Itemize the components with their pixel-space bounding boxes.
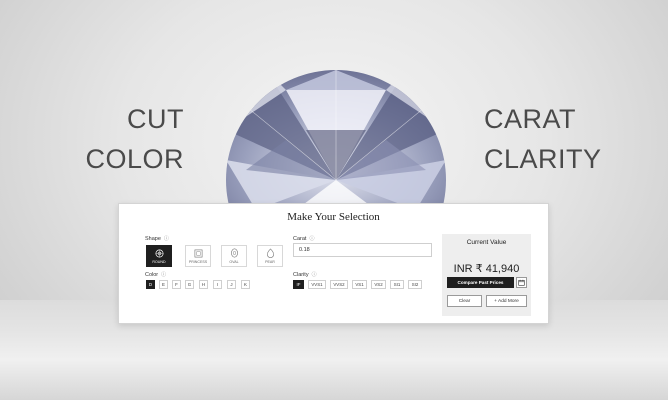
- clarity-option-vs1[interactable]: VS1: [352, 280, 367, 289]
- shape-option-princess[interactable]: PRINCESS: [185, 245, 211, 267]
- oval-shape-icon: [230, 248, 238, 258]
- diamond-image: [226, 70, 446, 210]
- current-value-box: Current Value INR ₹ 41,940 Compare Past …: [442, 234, 531, 316]
- panel-title: Make Your Selection: [287, 211, 380, 223]
- shape-option-label: ROUND: [152, 259, 166, 264]
- hero-word-carat: CARAT: [484, 104, 577, 134]
- shape-option-label: OVAL: [229, 260, 239, 264]
- clarity-option-si2[interactable]: SI2: [408, 280, 422, 289]
- color-option-j[interactable]: J: [227, 280, 236, 289]
- color-option-g[interactable]: G: [185, 280, 194, 289]
- info-icon[interactable]: ⓘ: [312, 272, 317, 278]
- clarity-option-vs2[interactable]: VS2: [371, 280, 386, 289]
- clarity-option-vvs1[interactable]: VVS1: [308, 280, 326, 289]
- add-more-button[interactable]: + Add More: [486, 295, 527, 307]
- compare-past-prices-button[interactable]: Compare Past Prices: [447, 277, 514, 288]
- current-value-amount: INR ₹ 41,940: [453, 263, 520, 275]
- hero-word-cut: CUT: [127, 104, 184, 134]
- selection-panel: Make Your Selection Shape ⓘ ROUND PRINCES…: [118, 203, 549, 324]
- color-option-e[interactable]: E: [159, 280, 168, 289]
- clarity-option-vvs2[interactable]: VVS2: [330, 280, 348, 289]
- shape-option-label: PEAR: [265, 260, 275, 264]
- hero-word-color: COLOR: [85, 144, 184, 174]
- clarity-label: Clarity ⓘ: [293, 272, 317, 278]
- clarity-option-if[interactable]: IF: [293, 280, 304, 289]
- carat-label: Carat ⓘ: [293, 236, 315, 242]
- clear-button[interactable]: Clear: [447, 295, 482, 307]
- color-option-d[interactable]: D: [146, 280, 155, 289]
- color-label: Color ⓘ: [145, 272, 167, 278]
- shape-option-pear[interactable]: PEAR: [257, 245, 283, 267]
- info-icon[interactable]: ⓘ: [309, 236, 314, 242]
- current-value-title: Current Value: [466, 239, 507, 246]
- color-option-f[interactable]: F: [172, 280, 181, 289]
- calendar-icon: [518, 279, 525, 286]
- info-icon[interactable]: ⓘ: [161, 272, 166, 278]
- shape-option-round[interactable]: ROUND: [146, 245, 172, 267]
- shape-option-oval[interactable]: OVAL: [221, 245, 247, 267]
- carat-input[interactable]: 0.18: [293, 243, 432, 257]
- color-option-k[interactable]: K: [241, 280, 250, 289]
- princess-shape-icon: [194, 249, 202, 257]
- pear-shape-icon: [266, 248, 274, 258]
- round-shape-icon: [155, 249, 163, 257]
- hero-word-clarity: CLARITY: [484, 144, 602, 174]
- shape-option-label: PRINCESS: [188, 259, 208, 264]
- calendar-button[interactable]: [516, 277, 527, 288]
- color-option-h[interactable]: H: [199, 280, 208, 289]
- color-option-i[interactable]: I: [213, 280, 222, 289]
- shape-label: Shape ⓘ: [145, 236, 169, 242]
- clarity-option-si1[interactable]: SI1: [390, 280, 404, 289]
- info-icon[interactable]: ⓘ: [164, 236, 169, 242]
